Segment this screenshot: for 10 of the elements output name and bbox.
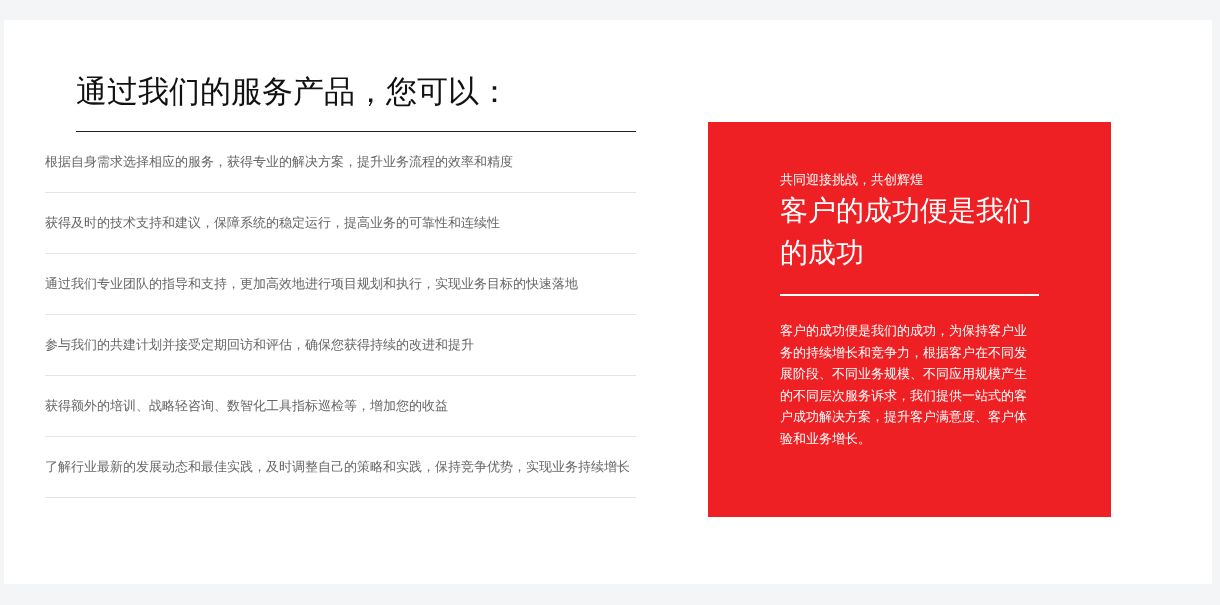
benefit-text: 获得及时的技术支持和建议，保障系统的稳定运行，提高业务的可靠性和连续性 bbox=[45, 214, 500, 232]
promo-title: 客户的成功便是我们的成功 bbox=[780, 190, 1039, 296]
benefit-text: 了解行业最新的发展动态和最佳实践，及时调整自己的策略和实践，保持竞争优势，实现业务持续增长 bbox=[45, 458, 630, 476]
benefit-text: 根据自身需求选择相应的服务，获得专业的解决方案，提升业务流程的效率和精度 bbox=[45, 153, 513, 171]
benefit-text: 获得额外的培训、战略轻咨询、数智化工具指标巡检等，增加您的收益 bbox=[45, 397, 448, 415]
promo-description: 客户的成功便是我们的成功，为保持客户业务的持续增长和竞争力，根据客户在不同发展阶段、不同业务规模、不同应用规模产生的不同层次服务诉求，我们提供一站式的客户成功解决方案，提升客户满意度、客户体验和业务增长。 bbox=[780, 322, 1028, 448]
benefit-text: 参与我们的共建计划并接受定期回访和评估，确保您获得持续的改进和提升 bbox=[45, 336, 474, 354]
benefit-text: 通过我们专业团队的指导和支持，更加高效地进行项目规划和执行，实现业务目标的快速落地 bbox=[45, 275, 578, 293]
promo-tagline: 共同迎接挑战，共创辉煌 bbox=[780, 172, 924, 188]
section-heading: 通过我们的服务产品，您可以： bbox=[76, 62, 636, 132]
